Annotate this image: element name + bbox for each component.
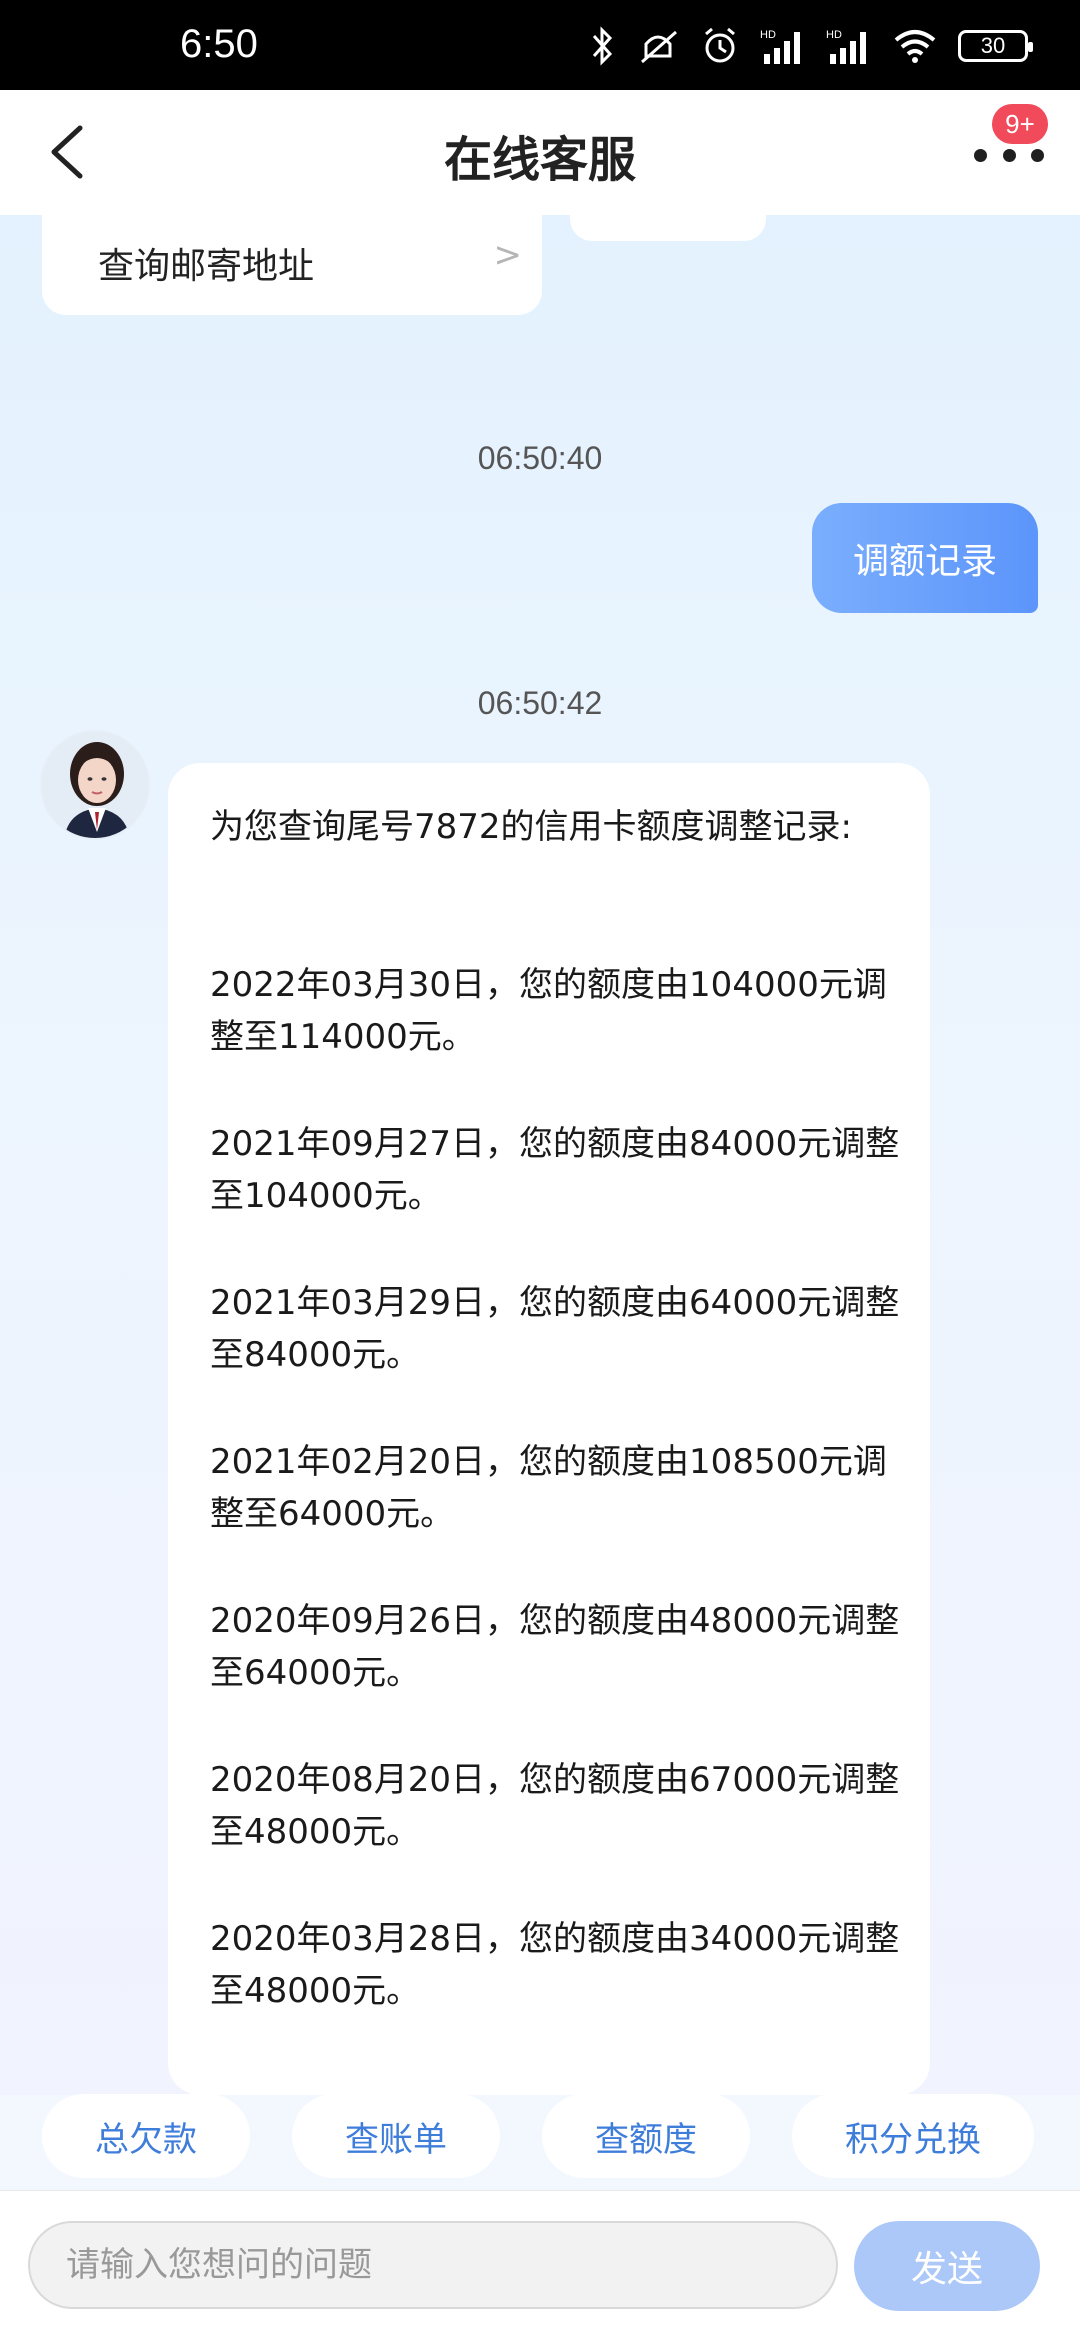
limit-record: 2021年09月27日，您的额度由84000元调整至104000元。 [210,1124,900,1216]
chat-area[interactable]: 查询邮寄地址 > 06:50:40 调额记录 06:50:42 为您查询尾号78… [0,215,1080,2095]
query-mailing-address-option[interactable]: 查询邮寄地址 > [42,215,542,315]
message-input[interactable]: 请输入您想问的问题 [28,2221,838,2309]
quick-action-points-redeem[interactable]: 积分兑换 [792,2094,1034,2178]
message-timestamp: 06:50:40 [477,440,603,476]
chevron-right-icon: > [493,235,523,275]
limit-record: 2022年03月30日，您的额度由104000元调整至114000元。 [210,965,887,1057]
page-title: 在线客服 [443,132,636,188]
status-icons: HD HD 30 [590,26,1033,66]
quick-action-total-debt[interactable]: 总欠款 [42,2094,250,2178]
limit-record: 2020年09月26日，您的额度由48000元调整至64000元。 [210,1601,900,1693]
limit-record: 2021年03月29日，您的额度由64000元调整至84000元。 [210,1283,900,1375]
signal-hd-icon: HD [760,29,800,64]
input-bar: 请输入您想问的问题 发送 [0,2190,1080,2340]
svg-text:HD: HD [826,29,842,41]
option-label: 查询邮寄地址 [98,246,315,287]
bluetooth-icon [592,26,613,66]
signal-hd-icon: HD [826,29,866,64]
more-dot-icon [974,148,987,162]
notification-badge: 9+ [992,104,1048,144]
alarm-icon [705,27,735,63]
agent-message-intro: 为您查询尾号7872的信用卡额度调整记录: [210,807,852,847]
quick-action-bill[interactable]: 查账单 [292,2094,500,2178]
user-message-bubble[interactable]: 调额记录 [812,503,1038,613]
quick-action-credit-limit[interactable]: 查额度 [542,2094,750,2178]
agent-avatar [40,730,150,840]
limit-record: 2021年02月20日，您的额度由108500元调整至64000元。 [210,1442,887,1534]
svg-text:HD: HD [760,29,776,41]
status-bar: 6:50 HD HD 30 [0,0,1080,90]
more-dot-icon [1002,148,1016,162]
send-button[interactable]: 发送 [854,2221,1040,2311]
wifi-icon [894,30,936,63]
limit-record: 2020年03月28日，您的额度由34000元调整至48000元。 [210,1919,900,2011]
limit-record: 2020年08月20日，您的额度由67000元调整至48000元。 [210,1760,900,1852]
mute-icon [641,30,677,64]
status-time: 6:50 [180,22,258,66]
previous-message-tail [570,215,766,241]
more-dot-icon [1031,148,1044,162]
agent-message-bubble: 为您查询尾号7872的信用卡额度调整记录: 2022年03月30日，您的额度由1… [168,763,930,2095]
message-timestamp: 06:50:42 [477,685,603,721]
battery-level: 30 [980,33,1006,58]
app-header: 在线客服 [0,90,1080,215]
battery-icon: 30 [958,30,1033,62]
agent-avatar-image [42,732,148,838]
